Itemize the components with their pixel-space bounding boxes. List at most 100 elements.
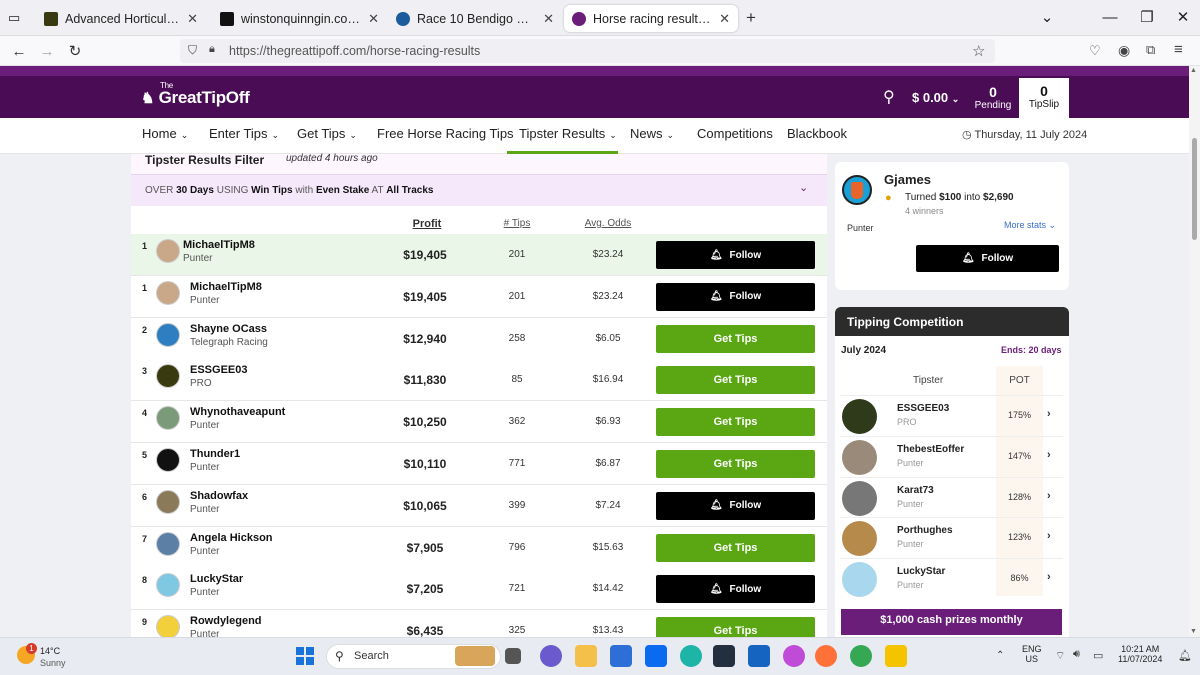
get-tips-button[interactable]: Get Tips [656,324,815,353]
tipster-name[interactable]: Shayne OCass [190,323,267,335]
chevron-right-icon[interactable]: › [1047,530,1051,542]
table-row[interactable]: 4 Whynothaveapunt Punter $10,250 362 $6.93 Get… [131,401,827,444]
close-tab-icon[interactable]: ✕ [543,11,554,27]
scroll-up-icon[interactable]: ▲ [1190,67,1197,74]
search-highlight-icon[interactable] [455,646,495,666]
nav-free-tips[interactable]: Free Horse Racing Tips [377,126,514,141]
get-tips-button[interactable]: Get Tips [656,533,815,562]
nav-blackbook[interactable]: Blackbook [787,126,847,141]
battery-icon[interactable]: ▭ [1093,649,1103,662]
chat-icon[interactable] [540,645,562,667]
filter-summary[interactable]: OVER 30 Days USING Win Tips with Even St… [145,185,433,196]
restore-icon[interactable]: ❐ [1127,4,1167,30]
tray-chevron-icon[interactable]: ⌃ [996,650,1004,661]
new-tab-button[interactable]: + [746,8,756,28]
tipster-name[interactable]: Shadowfax [190,490,248,502]
nav-home[interactable]: Home ⌄ [142,126,188,141]
tipster-name[interactable]: Whynothaveapunt [190,406,285,418]
search-icon[interactable]: ⚲ [883,87,895,107]
follow-button[interactable]: 🔔︎ Follow [656,282,815,311]
competition-row[interactable]: ESSGEE03 PRO 175% › [840,395,1063,436]
nav-competitions[interactable]: Competitions [697,126,773,141]
tipslip-counter[interactable]: 0 TipSlip [1019,78,1069,118]
chevron-right-icon[interactable]: › [1047,571,1051,583]
browser-tab-3[interactable]: Race 10 Bendigo Bendigo Cup ✕ [388,5,562,32]
task-view-icon[interactable] [505,648,521,664]
table-row[interactable]: 2 Shayne OCass Telegraph Racing $12,940 258 $… [131,317,827,360]
competition-row[interactable]: Porthughes Punter 123% › [840,517,1063,558]
outlook-icon[interactable] [748,645,770,667]
file-explorer-icon[interactable] [575,645,597,667]
close-tab-icon[interactable]: ✕ [187,11,198,27]
nav-tipster-results[interactable]: Tipster Results ⌄ [519,126,617,141]
nav-get-tips[interactable]: Get Tips ⌄ [297,126,357,141]
amazon-icon[interactable] [713,645,735,667]
minimize-icon[interactable]: — [1090,4,1130,30]
follow-button[interactable]: 🔔︎ Follow [656,241,815,269]
get-tips-button[interactable]: Get Tips [656,408,815,437]
taskbar-clock[interactable]: 10:21 AM 11/07/2024 [1118,644,1162,664]
bookmark-star-icon[interactable]: ☆ [972,42,985,60]
tipster-name[interactable]: Rowdylegend [190,615,262,627]
get-tips-button[interactable]: Get Tips [656,450,815,478]
profile-name[interactable]: Gjames [884,172,931,187]
nav-news[interactable]: News ⌄ [630,126,674,141]
tipster-name[interactable]: LuckyStar [190,573,243,585]
language-indicator[interactable]: ENG US [1022,644,1042,664]
pending-counter[interactable]: 0 Pending [970,84,1016,111]
shield-icon[interactable]: ⛉ [188,43,197,58]
browser-tab-2[interactable]: winstonquinngin.com/contact/ ✕ [212,5,387,32]
more-stats-link[interactable]: More stats ⌄ [1004,220,1056,231]
close-tab-icon[interactable]: ✕ [719,11,730,27]
windows-start-icon[interactable] [296,647,314,665]
follow-button[interactable]: 🔔︎ Follow [656,575,815,604]
dropbox-icon[interactable] [645,645,667,667]
tipster-name[interactable]: MichaelTipM8 [190,281,262,293]
pocket-icon[interactable]: ♡ [1089,43,1101,59]
cash-prizes-banner[interactable]: $1,000 cash prizes monthly [841,609,1062,635]
scrollbar-thumb[interactable] [1192,138,1197,240]
table-row[interactable]: 1 MichaelTipM8 Punter $19,405 201 $23.24 🔔︎ Fol… [131,275,827,318]
edge-icon[interactable] [680,645,702,667]
browser-tab-active[interactable]: Horse racing results from Austr ✕ [564,5,738,32]
get-tips-button[interactable]: Get Tips [656,366,815,395]
competition-row[interactable]: LuckyStar Punter 86% › [840,558,1063,599]
table-row[interactable]: 3 ESSGEE03 PRO $11,830 85 $16.94 Get Tips [131,359,827,402]
app-icon[interactable] [885,645,907,667]
table-row[interactable]: 6 Shadowfax Punter $10,065 399 $7.24 🔔︎ Follow [131,484,827,527]
copilot-icon[interactable] [783,645,805,667]
lock-icon[interactable]: 🔒︎ [209,43,215,56]
table-row[interactable]: 1 MichaelTipM8 Punter $19,405 201 $23.24 🔔︎ Fol… [131,234,827,276]
col-tips[interactable]: # Tips [495,218,539,229]
chrome-icon[interactable] [850,645,872,667]
col-profit[interactable]: Profit [405,218,449,230]
browser-tab-1[interactable]: Advanced Horticulture | Univers ✕ [36,5,206,32]
nav-enter-tips[interactable]: Enter Tips ⌄ [209,126,279,141]
account-icon[interactable]: ◉ [1118,42,1130,59]
close-window-icon[interactable]: ✕ [1163,4,1200,30]
forward-icon[interactable]: → [36,41,58,61]
firefox-icon[interactable] [815,645,837,667]
follow-button[interactable]: 🔔︎ Follow [656,491,815,520]
menu-icon[interactable]: ≡ [1174,41,1183,58]
notifications-icon[interactable]: 🔔︎ [1178,649,1192,662]
chevron-right-icon[interactable]: › [1047,490,1051,502]
tipster-name[interactable]: Angela Hickson [190,532,273,544]
volume-icon[interactable]: 🔊︎ [1073,648,1080,661]
tipster-name[interactable]: MichaelTipM8 [183,239,255,251]
table-row[interactable]: 5 Thunder1 Punter $10,110 771 $6.87 Get Tips [131,443,827,485]
tab-list-icon[interactable]: ▭ [8,10,20,26]
tipster-name[interactable]: ESSGEE03 [190,364,247,376]
competition-row[interactable]: Karat73 Punter 128% › [840,476,1063,518]
balance-dropdown[interactable]: $ 0.00 ⌄ [912,90,959,105]
scroll-down-icon[interactable]: ▼ [1190,628,1197,635]
table-row[interactable]: 7 Angela Hickson Punter $7,905 796 $15.63 Get … [131,526,827,569]
wifi-icon[interactable]: ⌔ [1055,649,1065,663]
extensions-icon[interactable]: ⧉ [1146,42,1155,58]
close-tab-icon[interactable]: ✕ [368,11,379,27]
weather-widget[interactable]: 14°C Sunny [40,645,66,669]
filter-expand-chevron-icon[interactable]: ⌄ [799,181,808,194]
competition-row[interactable]: ThebestEoffer Punter 147% › [840,435,1063,477]
tipster-name[interactable]: Thunder1 [190,448,240,460]
table-row[interactable]: 8 LuckyStar Punter $7,205 721 $14.42 🔔︎ Follow [131,568,827,611]
